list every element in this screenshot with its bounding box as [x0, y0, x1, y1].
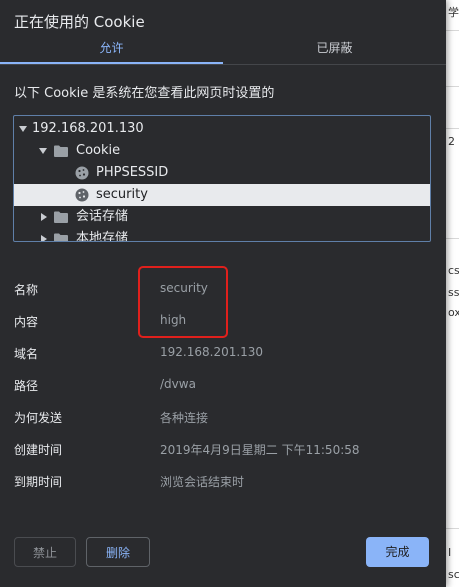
background-text-fragment: 2: [448, 135, 455, 148]
folder-icon: [54, 233, 68, 241]
tree-item-cookie[interactable]: PHPSESSID: [14, 162, 430, 184]
detail-label: 域名: [14, 347, 39, 361]
tree-item-label: 本地存储: [76, 231, 129, 242]
highlight-annotation: [138, 266, 228, 338]
tree-item-cookie-folder[interactable]: Cookie: [14, 140, 430, 162]
cookies-dialog: 正在使用的 Cookie 允许 已屏蔽 以下 Cookie 是系统在您查看此网页…: [0, 0, 446, 587]
tab-blocked[interactable]: 已屏蔽: [223, 38, 446, 64]
tree-item-label: security: [96, 187, 148, 202]
tabs-divider: [0, 64, 446, 65]
detail-label: 创建时间: [14, 443, 63, 457]
expand-arrow-icon[interactable]: [41, 213, 47, 221]
done-button[interactable]: 完成: [366, 537, 429, 567]
background-text-fragment: ox: [448, 306, 459, 319]
tab-allowed[interactable]: 允许: [0, 38, 223, 64]
tree-item-label: 192.168.201.130: [32, 121, 144, 136]
cookie-tree[interactable]: 192.168.201.130 Cookie PHPSESSID securit…: [13, 115, 431, 242]
background-text-fragment: sc: [448, 568, 459, 581]
tree-item-host[interactable]: 192.168.201.130: [14, 118, 430, 140]
background-text-fragment: cs: [448, 264, 459, 277]
tree-item-local-storage[interactable]: 本地存储: [14, 228, 430, 242]
background-divider: [446, 30, 459, 31]
tree-item-cookie-selected[interactable]: security: [14, 184, 430, 206]
cookies-description: 以下 Cookie 是系统在您查看此网页时设置的: [14, 86, 275, 101]
background-text-fragment: 学: [448, 6, 459, 19]
background-page: 学 2 cs ss ox I sc: [446, 0, 459, 587]
detail-row-created: 创建时间 2019年4月9日星期二 下午11:50:58: [0, 441, 446, 461]
background-divider: [446, 238, 459, 239]
background-divider: [446, 128, 459, 129]
detail-row-send-for: 为何发送 各种连接: [0, 409, 446, 429]
background-divider: [446, 528, 459, 529]
tree-item-session-storage[interactable]: 会话存储: [14, 206, 430, 228]
detail-label: 到期时间: [14, 475, 63, 489]
tree-item-label: 会话存储: [76, 209, 129, 224]
tab-bar: 允许 已屏蔽: [0, 38, 446, 64]
detail-value: 各种连接: [160, 411, 209, 425]
cookie-icon: [75, 188, 89, 202]
block-button[interactable]: 禁止: [14, 537, 76, 567]
tree-item-label: Cookie: [76, 143, 121, 158]
background-divider: [446, 86, 459, 87]
expand-arrow-icon[interactable]: [41, 235, 47, 241]
detail-row-expires: 到期时间 浏览会话结束时: [0, 473, 446, 493]
detail-value: 浏览会话结束时: [160, 475, 245, 489]
detail-value: /dvwa: [160, 377, 196, 391]
detail-label: 名称: [14, 283, 39, 297]
folder-icon: [54, 211, 68, 223]
tree-item-label: PHPSESSID: [96, 165, 169, 180]
folder-icon: [54, 145, 68, 157]
delete-button[interactable]: 删除: [86, 537, 150, 567]
expand-arrow-icon[interactable]: [39, 148, 47, 154]
detail-label: 内容: [14, 315, 39, 329]
dialog-title: 正在使用的 Cookie: [14, 13, 145, 31]
background-text-fragment: ss: [448, 286, 459, 299]
cookie-icon: [75, 166, 89, 180]
expand-arrow-icon[interactable]: [19, 126, 27, 132]
detail-value: 192.168.201.130: [160, 345, 264, 359]
detail-value: 2019年4月9日星期二 下午11:50:58: [160, 443, 360, 457]
detail-row-path: 路径 /dvwa: [0, 377, 446, 397]
detail-label: 路径: [14, 379, 39, 393]
detail-label: 为何发送: [14, 411, 63, 425]
background-text-fragment: I: [448, 546, 452, 559]
detail-row-domain: 域名 192.168.201.130: [0, 345, 446, 365]
